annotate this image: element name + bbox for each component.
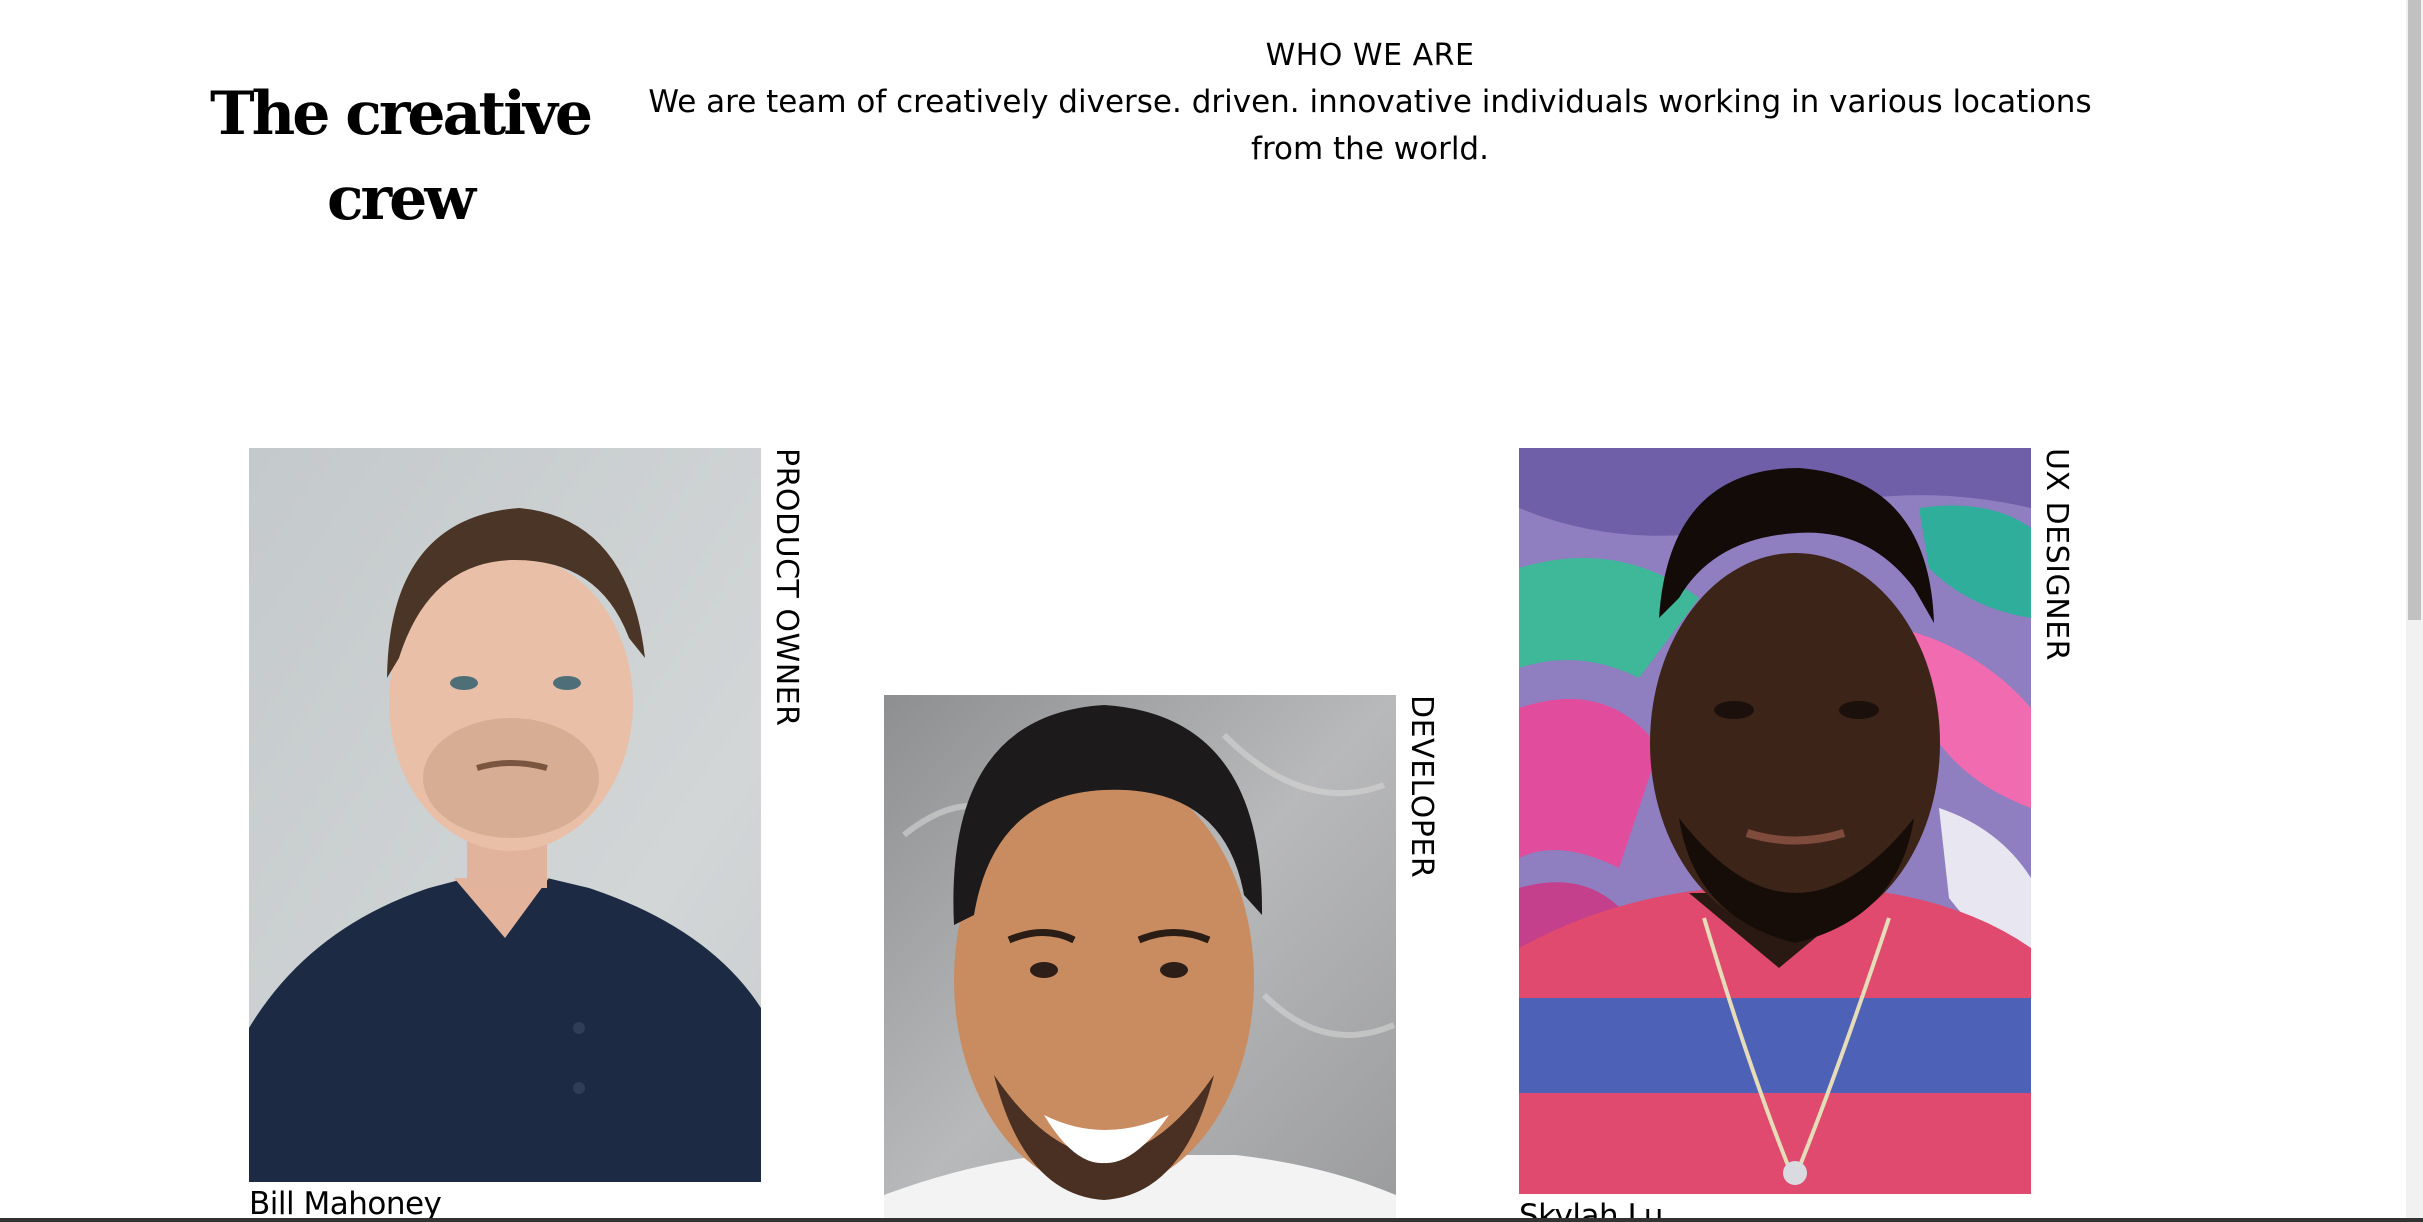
team-photo-ux-designer — [1519, 448, 2031, 1194]
page-title: The creative crew — [209, 79, 593, 234]
team-card-ux-designer: UX DESIGNER Skylah Lu — [1519, 448, 2089, 1222]
scrollbar-thumb[interactable] — [2408, 0, 2421, 620]
team-photo-developer — [884, 695, 1396, 1222]
team-card-product-owner: PRODUCT OWNER Bill Mahoney — [249, 448, 819, 1222]
team-photo-product-owner — [249, 448, 761, 1182]
who-we-are-text: We are team of creatively diverse. drive… — [648, 84, 2092, 167]
team-role-ux-designer: UX DESIGNER — [2039, 448, 2074, 661]
who-we-are-section: WHO WE ARE We are team of creatively div… — [630, 36, 2110, 173]
team-role-product-owner: PRODUCT OWNER — [769, 448, 804, 727]
team-role-developer: DEVELOPER — [1404, 695, 1439, 879]
team-name-product-owner: Bill Mahoney — [249, 1186, 442, 1222]
team-card-developer: DEVELOPER — [884, 695, 1454, 1222]
vertical-scrollbar[interactable] — [2406, 0, 2423, 1222]
window-bottom-border — [0, 1218, 2423, 1222]
who-we-are-heading: WHO WE ARE — [1265, 38, 1475, 73]
